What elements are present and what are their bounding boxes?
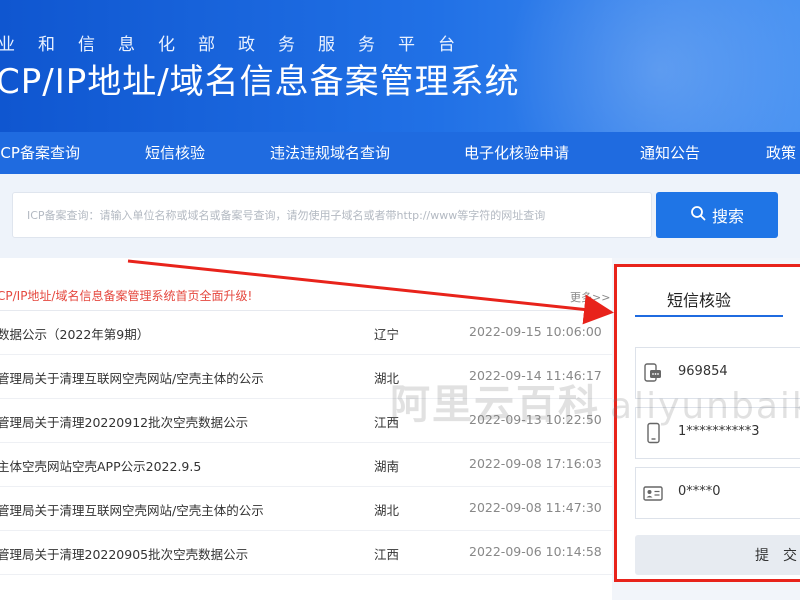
submit-button[interactable]: 提交 xyxy=(635,535,800,575)
page-title: CP/IP地址/域名信息备案管理系统 xyxy=(0,62,520,102)
header-decoration xyxy=(480,0,800,132)
tab-sms-verify[interactable]: 短信核验 xyxy=(667,287,731,311)
nav-item-e-verify[interactable]: 电子化核验申请 xyxy=(464,132,569,174)
news-region: 湖北 xyxy=(374,503,400,518)
site-header: 业和信息化部政务服务平台 CP/IP地址/域名信息备案管理系统 xyxy=(0,0,800,132)
news-title[interactable]: 主体空壳网站空壳APP公示2022.9.5 xyxy=(0,456,201,475)
nav-item-icp-query[interactable]: ICP备案查询 xyxy=(0,132,80,174)
news-title[interactable]: 管理局关于清理互联网空壳网站/空壳主体的公示 xyxy=(0,500,264,519)
news-row[interactable]: 数据公示（2022年第9期） 辽宁 2022-09-15 10:06:00 xyxy=(0,310,612,355)
search-bar: 搜索 xyxy=(0,174,800,258)
news-headline[interactable]: CP/IP地址/域名信息备案管理系统首页全面升级! xyxy=(0,287,252,304)
news-row[interactable]: 主体空壳网站空壳APP公示2022.9.5 湖南 2022-09-08 17:1… xyxy=(0,442,612,487)
id-number-value: 0****0 xyxy=(678,484,721,499)
id-card-icon xyxy=(642,482,664,508)
nav-item-policy[interactable]: 政策 xyxy=(766,132,796,174)
news-row[interactable]: 管理局关于清理互联网空壳网站/空壳主体的公示 湖北 2022-09-08 11:… xyxy=(0,486,612,531)
news-date: 2022-09-06 10:14:58 xyxy=(469,544,602,559)
news-title[interactable]: 管理局关于清理20220912批次空壳数据公示 xyxy=(0,412,248,431)
news-region: 湖南 xyxy=(374,459,400,474)
nav-item-illegal-domain[interactable]: 违法违规域名查询 xyxy=(270,132,390,174)
news-region: 辽宁 xyxy=(374,327,400,342)
watermark-en: aliyunbaike xyxy=(610,386,800,427)
search-button[interactable]: 搜索 xyxy=(656,192,778,238)
nav-item-notices[interactable]: 通知公告 xyxy=(640,132,700,174)
main-nav: ICP备案查询 短信核验 违法违规域名查询 电子化核验申请 通知公告 政策 xyxy=(0,132,800,174)
id-number-field[interactable]: 0****0 xyxy=(635,467,800,519)
news-region: 江西 xyxy=(374,547,400,562)
more-link[interactable]: 更多>> xyxy=(570,289,610,305)
news-title[interactable]: 数据公示（2022年第9期） xyxy=(0,324,149,343)
news-date: 2022-09-08 11:47:30 xyxy=(469,500,602,515)
news-title[interactable]: 管理局关于清理20220905批次空壳数据公示 xyxy=(0,544,248,563)
watermark: 阿里云百科aliyunbaike xyxy=(390,372,800,430)
news-title[interactable]: 管理局关于清理互联网空壳网站/空壳主体的公示 xyxy=(0,368,264,387)
search-box xyxy=(12,192,652,238)
search-button-label: 搜索 xyxy=(711,207,744,226)
news-header: CP/IP地址/域名信息备案管理系统首页全面升级! 更多>> xyxy=(0,258,612,311)
search-input[interactable] xyxy=(27,193,639,237)
news-date: 2022-09-15 10:06:00 xyxy=(469,324,602,339)
search-icon xyxy=(690,205,706,225)
active-tab-indicator xyxy=(635,315,783,317)
nav-item-sms-verify[interactable]: 短信核验 xyxy=(145,132,205,174)
header-subtitle: 业和信息化部政务服务平台 xyxy=(0,35,478,55)
news-row[interactable]: 管理局关于清理20220905批次空壳数据公示 江西 2022-09-06 10… xyxy=(0,530,612,575)
news-date: 2022-09-08 17:16:03 xyxy=(469,456,602,471)
watermark-cn: 阿里云百科 xyxy=(390,382,600,428)
